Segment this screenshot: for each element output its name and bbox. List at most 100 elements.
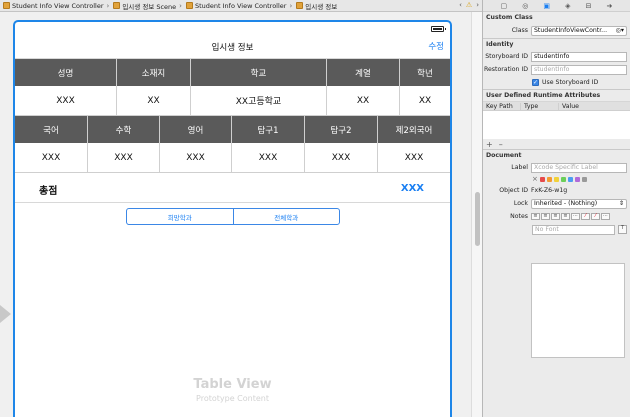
align-left-icon[interactable]: ≡ [531, 213, 540, 220]
header-inquiry1: 탐구1 [232, 116, 305, 143]
total-label: 총점 [39, 186, 58, 197]
edit-button[interactable]: 수정 [428, 40, 444, 52]
major-segmented-control[interactable]: 희망학과 전체학과 [126, 208, 340, 225]
jumpbar-navigation: ‹ ⚠ › [459, 1, 479, 9]
total-row: 총점 XXX [15, 173, 450, 203]
value-location[interactable]: XX [117, 86, 191, 116]
quick-help-icon[interactable]: ◎ [522, 2, 528, 10]
value-math[interactable]: XXX [88, 143, 160, 173]
segment-all-majors[interactable]: 전체학과 [232, 209, 340, 224]
yellow-swatch[interactable] [553, 176, 559, 182]
value-column[interactable]: Value [559, 103, 630, 110]
blue-swatch[interactable] [567, 176, 573, 182]
value-korean[interactable]: XXX [15, 143, 88, 173]
runtime-attributes-heading: User Defined Runtime Attributes [483, 90, 630, 102]
use-storyboard-id-row: ✓ Use Storyboard ID [483, 76, 630, 89]
file-inspector-icon[interactable]: ▢ [501, 2, 508, 10]
scrollbar-thumb[interactable] [475, 192, 480, 246]
header-location: 소재지 [117, 59, 191, 86]
view-controller-scene[interactable]: 입시생 정보 수정 성명 소재지 학교 계열 학년 XXX XX XX고등학교 … [13, 20, 452, 417]
class-dropdown-icon[interactable]: ◎▾ [615, 27, 624, 34]
size-inspector-icon[interactable]: ⊟ [586, 2, 592, 10]
canvas-scrollbar[interactable] [471, 12, 482, 417]
lock-row: Lock Inherited - (Nothing) ⇕ [483, 197, 630, 210]
label-color-swatches: × [532, 175, 587, 183]
previous-issue-icon[interactable]: ‹ [459, 1, 462, 9]
popup-arrows-icon: ⇕ [618, 200, 624, 207]
header-track: 계열 [327, 59, 400, 86]
value-name[interactable]: XXX [15, 86, 117, 116]
total-value[interactable]: XXX [401, 183, 424, 194]
value-grade[interactable]: XX [400, 86, 450, 116]
orange-swatch[interactable] [546, 176, 552, 182]
breadcrumb-separator-icon: › [106, 1, 110, 10]
lock-popup[interactable]: Inherited - (Nothing) ⇕ [531, 198, 627, 209]
restoration-id-row: Restoration ID studentInfo [483, 63, 630, 76]
breadcrumb-item-3[interactable]: Student Info View Controller [185, 2, 286, 10]
segue-entry-arrow-icon[interactable] [0, 305, 11, 323]
identity-inspector-icon[interactable]: ▣ [543, 2, 550, 10]
breadcrumb-separator-icon: › [289, 1, 293, 10]
segment-desired-major[interactable]: 희망학과 [127, 209, 233, 224]
more-format-icon[interactable]: ⋯ [601, 213, 610, 220]
navigation-item-icon [296, 2, 304, 9]
header-english: 영어 [160, 116, 232, 143]
header-second-language: 제2외국어 [378, 116, 450, 143]
breadcrumb-item-2[interactable]: 입시생 정보 Scene [112, 1, 176, 11]
class-value: StudentInfoViewContr... [534, 27, 608, 34]
value-second-language[interactable]: XXX [378, 143, 450, 173]
table-view-title: Table View [193, 377, 272, 392]
breadcrumb-item-1[interactable]: Student Info View Controller [2, 2, 104, 10]
red-swatch[interactable] [539, 176, 545, 182]
align-right-icon[interactable]: ≡ [551, 213, 560, 220]
runtime-attributes-section: User Defined Runtime Attributes Key Path… [483, 90, 630, 150]
type-column[interactable]: Type [521, 102, 559, 110]
runtime-attributes-header: Key Path Type Value [483, 102, 630, 111]
scene-icon [113, 2, 121, 9]
notes-row: Notes ≡ ≡ ≡ ≡ ⋯ ⁄ ⁄ ⋯ [483, 210, 630, 223]
storyboard-id-row: Storyboard ID studentInfo [483, 50, 630, 63]
runtime-attributes-table[interactable] [483, 111, 630, 139]
table-view-subtitle: Prototype Content [196, 394, 269, 403]
header-grade: 학년 [400, 59, 450, 86]
remove-attribute-button[interactable]: – [499, 140, 503, 149]
breadcrumb-item-4[interactable]: 입시생 정보 [295, 1, 337, 11]
connections-inspector-icon[interactable]: ➜ [607, 2, 613, 10]
value-school[interactable]: XX고등학교 [191, 86, 327, 116]
label-field[interactable]: Xcode Specific Label [531, 162, 627, 173]
notes-textarea[interactable] [531, 263, 625, 358]
background-color-icon[interactable]: ⁄ [591, 213, 600, 220]
clear-label-icon[interactable]: × [532, 175, 538, 183]
value-track[interactable]: XX [327, 86, 400, 116]
restoration-id-field[interactable]: studentInfo [531, 64, 627, 75]
attributes-inspector-icon[interactable]: ◈ [565, 2, 570, 10]
notes-format-bar: ≡ ≡ ≡ ≡ ⋯ ⁄ ⁄ ⋯ [531, 213, 610, 220]
text-color-icon[interactable]: ⁄ [581, 213, 590, 220]
value-english[interactable]: XXX [160, 143, 232, 173]
align-center-icon[interactable]: ≡ [541, 213, 550, 220]
warning-icon[interactable]: ⚠ [466, 1, 472, 9]
key-path-column[interactable]: Key Path [483, 102, 521, 110]
add-attribute-button[interactable]: + [486, 140, 493, 149]
class-combobox[interactable]: StudentInfoViewContr... ◎▾ [531, 25, 627, 36]
inspector-toolbar: ▢ ◎ ▣ ◈ ⊟ ➜ [483, 0, 630, 12]
next-issue-icon[interactable]: › [476, 1, 479, 9]
purple-swatch[interactable] [574, 176, 580, 182]
value-inquiry2[interactable]: XXX [305, 143, 378, 173]
storyboard-id-field[interactable]: studentInfo [531, 51, 627, 62]
custom-class-heading: Custom Class [486, 14, 533, 21]
font-picker-icon[interactable]: T [618, 225, 627, 234]
lock-label: Lock [513, 200, 528, 207]
green-swatch[interactable] [560, 176, 566, 182]
gray-swatch[interactable] [581, 176, 587, 182]
use-storyboard-id-checkbox[interactable]: ✓ [532, 79, 539, 86]
label-label: Label [511, 164, 528, 171]
value-inquiry1[interactable]: XXX [232, 143, 305, 173]
class-row: Class StudentInfoViewContr... ◎▾ [483, 23, 630, 38]
font-field[interactable]: No Font [532, 224, 615, 235]
justify-icon[interactable]: ≡ [561, 213, 570, 220]
table-view-placeholder[interactable]: Table View Prototype Content [15, 377, 450, 403]
document-heading: Document [486, 152, 522, 159]
dashes-icon[interactable]: ⋯ [571, 213, 580, 220]
battery-icon [431, 26, 446, 32]
